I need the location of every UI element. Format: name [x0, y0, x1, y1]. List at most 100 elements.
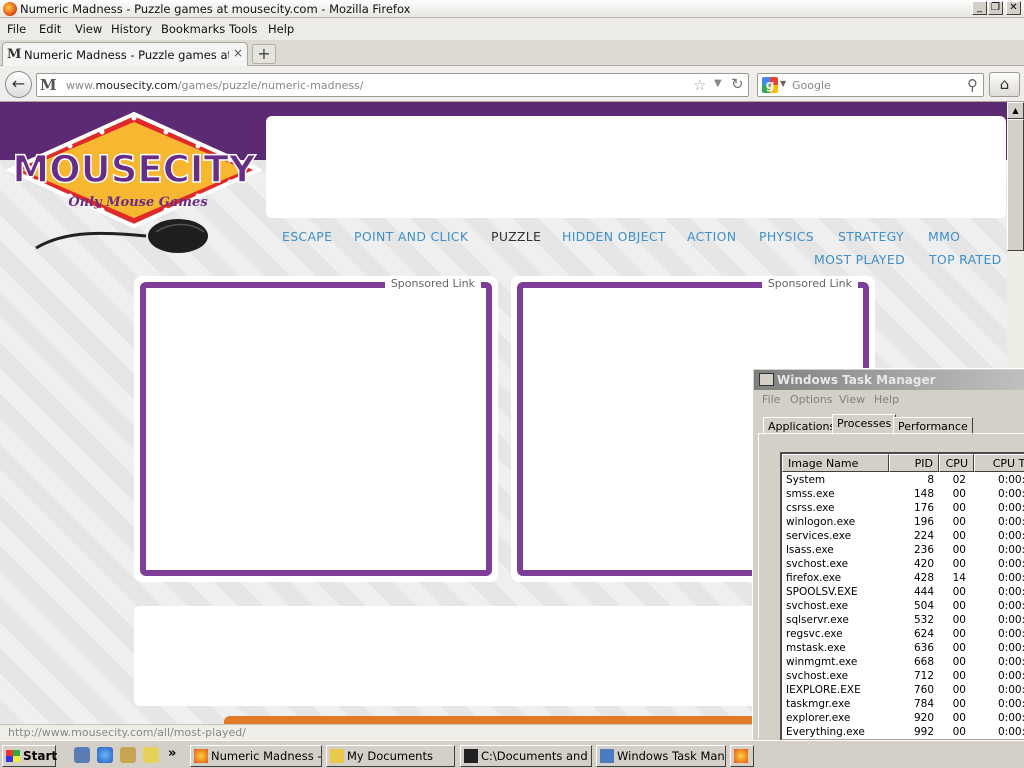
nav-hidden-object[interactable]: HIDDEN OBJECT: [562, 229, 666, 244]
process-cpu-time: 0:00:: [998, 586, 1024, 598]
url-bar[interactable]: M www.mousecity.com/games/puzzle/numeric…: [36, 73, 749, 97]
home-icon: ⌂: [999, 75, 1010, 93]
process-list[interactable]: Image Name PID CPU CPU Ti System 8 02 0:00:…: [780, 452, 1024, 741]
close-button[interactable]: ✕: [1006, 1, 1021, 15]
scroll-up-icon[interactable]: ▲: [1007, 102, 1024, 119]
process-cpu-time: 0:00:: [998, 544, 1024, 556]
process-cpu-time: 0:00:: [998, 726, 1024, 738]
process-row[interactable]: regsvc.exe 624 00 0:00:: [782, 628, 1024, 642]
site-identity-icon[interactable]: M: [40, 76, 57, 94]
process-cpu-time: 0:00:: [998, 558, 1024, 570]
google-engine-icon[interactable]: g: [762, 77, 778, 93]
nav-most-played[interactable]: MOST PLAYED: [814, 252, 905, 267]
process-cpu: 00: [952, 614, 966, 626]
process-row[interactable]: svchost.exe 420 00 0:00:: [782, 558, 1024, 572]
task-manager-titlebar[interactable]: Windows Task Manager: [754, 370, 1024, 390]
taskbar-button-task-manager[interactable]: Windows Task Man...: [596, 745, 726, 767]
sponsored-box-left[interactable]: Sponsored Link: [134, 276, 498, 582]
menu-view[interactable]: View: [75, 22, 102, 36]
nav-strategy[interactable]: STRATEGY: [838, 229, 904, 244]
process-cpu: 00: [952, 628, 966, 640]
ad-banner[interactable]: [266, 116, 1006, 218]
url-history-dropdown-icon[interactable]: ▼: [714, 78, 722, 89]
search-input[interactable]: Google: [792, 79, 831, 92]
home-button[interactable]: ⌂: [989, 72, 1020, 97]
process-row[interactable]: svchost.exe 712 00 0:00:: [782, 670, 1024, 684]
nav-mmo[interactable]: MMO: [928, 229, 960, 244]
tab-close-icon[interactable]: ×: [233, 46, 243, 60]
nav-physics[interactable]: PHYSICS: [759, 229, 814, 244]
process-pid: 668: [913, 656, 934, 668]
menu-history[interactable]: History: [111, 22, 152, 36]
column-cpu-time[interactable]: CPU Ti: [974, 454, 1024, 472]
task-manager-window[interactable]: Windows Task Manager File Options View H…: [752, 368, 1024, 741]
process-name: mstask.exe: [786, 642, 846, 654]
process-cpu-time: 0:00:: [998, 530, 1024, 542]
process-row[interactable]: lsass.exe 236 00 0:00:: [782, 544, 1024, 558]
task-manager-title: Windows Task Manager: [777, 373, 936, 387]
process-row[interactable]: winlogon.exe 196 00 0:00:: [782, 516, 1024, 530]
new-tab-button[interactable]: +: [252, 44, 276, 64]
process-row[interactable]: sqlservr.exe 532 00 0:00:: [782, 614, 1024, 628]
url-text[interactable]: www.mousecity.com/games/puzzle/numeric-m…: [66, 79, 364, 92]
internet-explorer-icon[interactable]: [97, 747, 113, 763]
engine-dropdown-icon[interactable]: ▼: [780, 79, 786, 88]
reload-icon[interactable]: ↻: [731, 75, 744, 93]
process-row[interactable]: winmgmt.exe 668 00 0:00:: [782, 656, 1024, 670]
window-titlebar: Numeric Madness - Puzzle games at mousec…: [0, 0, 1024, 18]
bookmark-star-icon[interactable]: ☆: [693, 76, 706, 94]
column-cpu[interactable]: CPU: [939, 454, 974, 472]
taskbar-button-overflow[interactable]: [730, 745, 754, 767]
nav-top-rated[interactable]: TOP RATED: [929, 252, 1002, 267]
tm-menu-help[interactable]: Help: [874, 393, 899, 406]
taskbar-button-firefox[interactable]: Numeric Madness - ...: [190, 745, 322, 767]
menu-file[interactable]: File: [7, 22, 26, 36]
mousecity-logo[interactable]: MOUSECITY Only Mouse Games: [6, 110, 262, 254]
process-cpu: 00: [952, 558, 966, 570]
process-row[interactable]: csrss.exe 176 00 0:00:: [782, 502, 1024, 516]
nav-puzzle[interactable]: PUZZLE: [491, 229, 541, 244]
start-button[interactable]: Start: [2, 745, 57, 767]
process-row[interactable]: smss.exe 148 00 0:00:: [782, 488, 1024, 502]
menu-edit[interactable]: Edit: [39, 22, 61, 36]
process-row[interactable]: services.exe 224 00 0:00:: [782, 530, 1024, 544]
back-button[interactable]: ←: [5, 71, 32, 98]
search-folder-icon[interactable]: [143, 747, 159, 763]
process-row[interactable]: mstask.exe 636 00 0:00:: [782, 642, 1024, 656]
tab-processes[interactable]: Processes: [832, 414, 897, 435]
process-row[interactable]: SPOOLSV.EXE 444 00 0:00:: [782, 586, 1024, 600]
nav-point-and-click[interactable]: POINT AND CLICK: [354, 229, 468, 244]
process-row[interactable]: explorer.exe 920 00 0:00:: [782, 712, 1024, 726]
search-icon[interactable]: ⚲: [967, 76, 978, 94]
nav-action[interactable]: ACTION: [687, 229, 736, 244]
logo-wordmark: MOUSECITY: [12, 148, 256, 191]
url-domain: mousecity.com: [95, 79, 178, 92]
tm-menu-view[interactable]: View: [839, 393, 865, 406]
scroll-thumb[interactable]: [1007, 119, 1024, 251]
firefox-icon[interactable]: [3, 2, 17, 16]
menu-tools[interactable]: Tools: [229, 22, 257, 36]
process-row[interactable]: taskmgr.exe 784 00 0:00:: [782, 698, 1024, 712]
taskbar-button-my-documents[interactable]: My Documents: [326, 745, 455, 767]
browser-tab[interactable]: M Numeric Madness - Puzzle games at mous…: [2, 42, 248, 66]
tm-menu-options[interactable]: Options: [790, 393, 832, 406]
outlook-express-icon[interactable]: [120, 747, 136, 763]
process-name: IEXPLORE.EXE: [786, 684, 861, 696]
column-pid[interactable]: PID: [889, 454, 939, 472]
maximize-button[interactable]: ❐: [988, 1, 1003, 15]
taskbar-button-7zip[interactable]: C:\Documents and ...: [460, 745, 592, 767]
process-row[interactable]: firefox.exe 428 14 0:00:: [782, 572, 1024, 586]
menu-bookmarks[interactable]: Bookmarks: [161, 22, 225, 36]
process-row[interactable]: System 8 02 0:00:: [782, 474, 1024, 488]
search-bar[interactable]: g ▼ Google ⚲: [757, 73, 984, 97]
process-row[interactable]: svchost.exe 504 00 0:00:: [782, 600, 1024, 614]
menu-help[interactable]: Help: [268, 22, 294, 36]
process-row[interactable]: IEXPLORE.EXE 760 00 0:00:: [782, 684, 1024, 698]
show-desktop-icon[interactable]: [74, 747, 90, 763]
minimize-button[interactable]: _: [972, 1, 987, 15]
tm-menu-file[interactable]: File: [762, 393, 780, 406]
quicklaunch-more-icon[interactable]: »: [168, 746, 176, 761]
process-row[interactable]: Everything.exe 992 00 0:00:: [782, 726, 1024, 739]
column-image-name[interactable]: Image Name: [782, 454, 889, 472]
nav-escape[interactable]: ESCAPE: [282, 229, 332, 244]
